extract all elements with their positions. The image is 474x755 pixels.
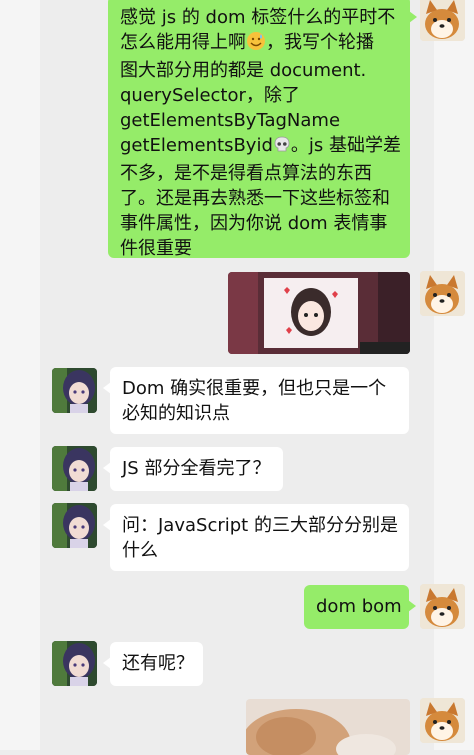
skull-emoji-icon [273,136,291,161]
message-bubble-other[interactable]: 问：JavaScript 的三大部分分别是 什么 [103,504,409,571]
message-line: getElementsByid [120,135,273,156]
message-line: dom bom [316,596,402,617]
shiba-dog-avatar-icon[interactable] [420,698,465,743]
message-line: JS 部分全看完了？ [122,458,271,479]
message-line: 不多，是不是得看点算法的东西 [120,163,372,184]
message-line: 事件属性，因为你说 dom 表情事 [120,213,388,234]
message-line: 什么 [122,540,158,561]
left-margin [0,0,40,750]
message-line: Dom 确实很重要，但也只是一个 [122,378,387,399]
message-line: ，我写个轮播 [266,32,374,53]
shiba-dog-avatar-icon[interactable] [420,0,465,41]
message-line: 。js 基础学差 [290,135,401,156]
message-line: 了。还是再去熟悉一下这些标签和 [120,188,390,209]
anime-girl-avatar-icon[interactable] [52,446,97,491]
message-bubble-other[interactable]: 还有呢？ [103,642,203,686]
message-line: 图大部分用的都是 document. [120,60,367,81]
sweat-smile-emoji-icon [246,31,266,58]
message-bubble-self[interactable]: 感觉 js 的 dom 标签什么的平时不 怎么能用得上啊 ，我写个轮播 图大部分用… [108,0,417,259]
message-bubble-other[interactable]: JS 部分全看完了？ [103,447,283,491]
photo-anime-drawing-image[interactable] [228,272,410,354]
message-bubble-other[interactable]: Dom 确实很重要，但也只是一个 必知的知识点 [103,367,409,434]
anime-girl-avatar-icon[interactable] [52,368,97,413]
message-line: 问：JavaScript 的三大部分分别是 [122,515,398,536]
message-line: 件很重要 [120,238,192,259]
shiba-dog-avatar-icon[interactable] [420,584,465,629]
right-margin [434,0,474,750]
message-bubble-self[interactable]: dom bom [304,585,416,629]
message-line: getElementsByTagName [120,110,341,131]
message-line: 感觉 js 的 dom 标签什么的平时不 [120,7,396,28]
photo-dog-closeup-image[interactable] [246,699,410,755]
anime-girl-avatar-icon[interactable] [52,503,97,548]
shiba-dog-avatar-icon[interactable] [420,271,465,316]
message-line: 必知的知识点 [122,403,230,424]
message-line: 还有呢？ [122,653,194,674]
anime-girl-avatar-icon[interactable] [52,641,97,686]
message-line: 怎么能用得上啊 [120,32,246,53]
message-line: querySelector，除了 [120,85,300,106]
